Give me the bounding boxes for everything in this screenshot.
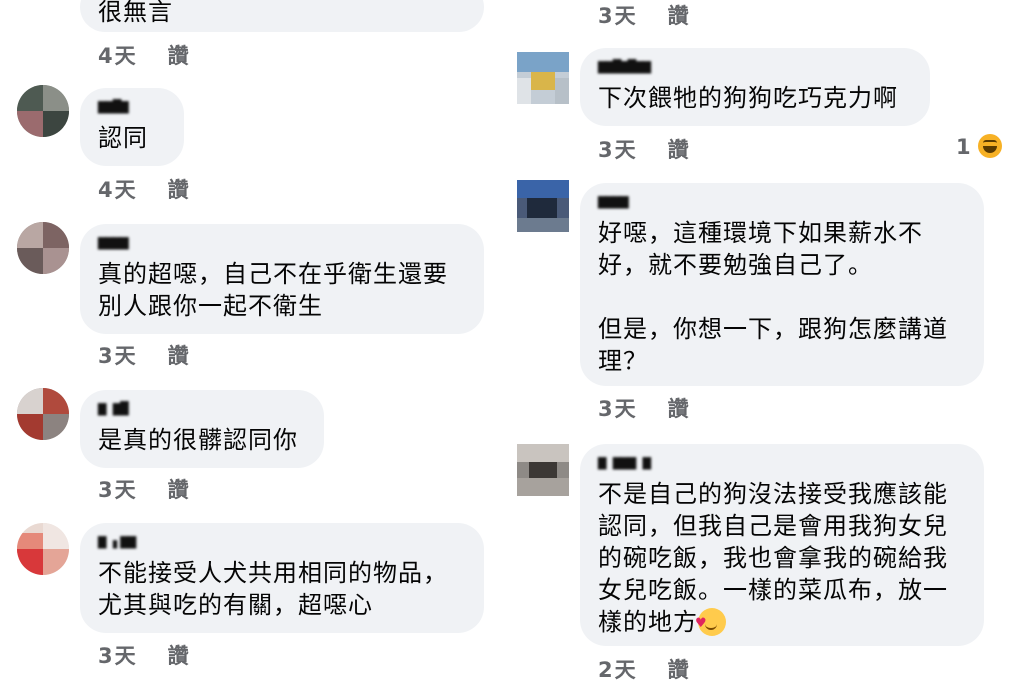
laugh-emoji-icon — [977, 134, 1002, 158]
comment-meta: 2天 讚 — [598, 654, 691, 684]
commenter-name[interactable]: ▆▆▆▆ — [598, 193, 966, 215]
like-button[interactable]: 讚 — [168, 474, 191, 504]
comment-meta: 3天 讚 — [98, 340, 191, 370]
comment-text: 下次餵牠的狗狗吃巧克力啊 — [598, 84, 898, 112]
comment-meta: 4天 讚 — [98, 40, 191, 70]
comment-meta: 3天 讚 — [598, 0, 691, 30]
comment-bubble: ▆ ▆▆▆ ▆ 不是自己的狗沒法接受我應該能 認同，但我自己是會用我狗女兒 的碗… — [580, 444, 984, 646]
like-button[interactable]: 讚 — [668, 393, 691, 423]
comment-text: 很無言 — [98, 0, 173, 26]
avatar[interactable] — [517, 180, 569, 232]
avatar[interactable] — [17, 388, 69, 440]
avatar[interactable] — [17, 85, 69, 137]
avatar[interactable] — [17, 523, 69, 575]
commenter-name[interactable]: ▆ ▖▆▆ — [98, 533, 466, 555]
comment-time: 4天 — [98, 44, 138, 68]
commenter-name[interactable]: ▆ ▆▆▆ ▆ — [598, 454, 966, 476]
comment-text: 是真的很髒認同你 — [98, 426, 298, 454]
comment-bubble-partial: 很無言 — [80, 0, 484, 32]
right-comment-column: 3天讚 ▆▆▇▆▇▆▆ 下次餵牠的狗狗吃巧克力啊 3天讚 1 ▆▆▆▆ 好噁，這… — [500, 0, 1024, 683]
avatar[interactable] — [517, 444, 569, 496]
comment-bubble: ▆▆▇▆▇▆▆ 下次餵牠的狗狗吃巧克力啊 — [580, 48, 930, 126]
left-comment-column: 很無言 4天讚 ▆▆▇▆ 認同 4天讚 ▆▆▆▆ 真的超噁，自己不在乎衛生還要 … — [0, 0, 500, 683]
comment-text: 真的超噁，自己不在乎衛生還要 別人跟你一起不衛生 — [98, 260, 448, 320]
comment-bubble: ▆ ▆▇ 是真的很髒認同你 — [80, 390, 324, 468]
like-button[interactable]: 讚 — [668, 134, 691, 164]
comment-time: 3天 — [598, 4, 638, 28]
reaction-summary[interactable]: 1 — [956, 134, 1002, 159]
like-button[interactable]: 讚 — [168, 340, 191, 370]
comment-meta: 3天 讚 — [98, 474, 191, 504]
comment-meta: 3天 讚 — [598, 393, 691, 423]
comment-meta: 3天 讚 — [598, 134, 691, 164]
comment-time: 2天 — [598, 658, 638, 682]
comment-bubble: ▆▆▆▆ 真的超噁，自己不在乎衛生還要 別人跟你一起不衛生 — [80, 224, 484, 334]
comment-text: 不是自己的狗沒法接受我應該能 認同，但我自己是會用我狗女兒 的碗吃飯，我也會拿我… — [598, 478, 966, 638]
commenter-name[interactable]: ▆▆▇▆▇▆▆ — [598, 58, 912, 80]
avatar[interactable] — [17, 222, 69, 274]
like-button[interactable]: 讚 — [168, 174, 191, 204]
comment-text: 認同 — [98, 124, 148, 152]
comment-time: 4天 — [98, 178, 138, 202]
comment-time: 3天 — [598, 138, 638, 162]
comment-time: 3天 — [98, 344, 138, 368]
comment-time: 3天 — [98, 644, 138, 668]
comment-bubble: ▆▆▇▆ 認同 — [80, 88, 184, 166]
comment-meta: 3天 讚 — [98, 640, 191, 670]
commenter-name[interactable]: ▆▆▆▆ — [98, 234, 466, 256]
commenter-name[interactable]: ▆▆▇▆ — [98, 98, 166, 120]
comment-time: 3天 — [598, 397, 638, 421]
comment-time: 3天 — [98, 478, 138, 502]
comment-meta: 4天 讚 — [98, 174, 191, 204]
like-button[interactable]: 讚 — [668, 0, 691, 30]
comment-bubble: ▆ ▖▆▆ 不能接受人犬共用相同的物品， 尤其與吃的有關，超噁心 — [80, 523, 484, 633]
comment-text: 好噁，這種環境下如果薪水不 好，就不要勉強自己了。 但是，你想一下，跟狗怎麼講道… — [598, 219, 948, 375]
commenter-name[interactable]: ▆ ▆▇ — [98, 400, 306, 422]
like-button[interactable]: 讚 — [168, 640, 191, 670]
avatar[interactable] — [517, 52, 569, 104]
comment-text: 不能接受人犬共用相同的物品， 尤其與吃的有關，超噁心 — [98, 559, 448, 619]
like-button[interactable]: 讚 — [168, 40, 191, 70]
reaction-count: 1 — [956, 135, 971, 159]
smiling-face-with-hearts-icon — [695, 608, 726, 636]
comment-bubble: ▆▆▆▆ 好噁，這種環境下如果薪水不 好，就不要勉強自己了。 但是，你想一下，跟… — [580, 183, 984, 386]
comment-text-body: 不是自己的狗沒法接受我應該能 認同，但我自己是會用我狗女兒 的碗吃飯，我也會拿我… — [598, 480, 948, 636]
like-button[interactable]: 讚 — [668, 654, 691, 684]
